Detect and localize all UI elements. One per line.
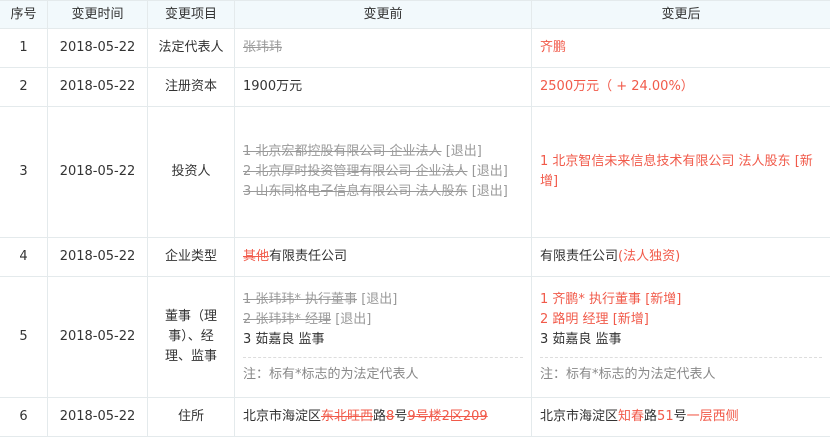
row-before: 张玮玮 [234, 28, 532, 68]
row-index: 3 [0, 106, 48, 238]
legal-rep-note: 注：标有*标志的为法定代表人 [243, 356, 523, 385]
row-before: 1900万元 [234, 67, 532, 107]
row-item: 投资人 [147, 106, 235, 238]
row-date: 2018-05-22 [47, 276, 148, 398]
row-index: 6 [0, 397, 48, 437]
header-after: 变更后 [531, 0, 830, 29]
investor-entry: 2 北京厚时投资管理有限公司 企业法人 [退出] [243, 164, 508, 179]
officer-entry: 1 齐鹏* 执行董事 [新增] [540, 291, 682, 307]
row-item: 住所 [147, 397, 235, 437]
row-before: 北京市海淀区东北旺西路8号9号楼2区209 [234, 397, 532, 437]
row-item: 企业类型 [147, 237, 235, 277]
row-after: 齐鹏 [531, 28, 830, 68]
legal-rep-note: 注：标有*标志的为法定代表人 [540, 356, 822, 385]
row-item: 董事（理 事）、经 理、监事 [147, 276, 235, 398]
table-row: 2 2018-05-22 注册资本 1900万元 2500万元（ + 24.00… [0, 67, 830, 107]
row-index: 1 [0, 28, 48, 68]
table-row: 4 2018-05-22 企业类型 其他有限责任公司 有限责任公司(法人独资) [0, 237, 830, 277]
investor-entry: 1 北京智信未来信息技术有限公司 法人股东 [新增] [540, 154, 813, 189]
table-row: 6 2018-05-22 住所 北京市海淀区东北旺西路8号9号楼2区209 北京… [0, 397, 830, 437]
row-date: 2018-05-22 [47, 237, 148, 277]
row-date: 2018-05-22 [47, 397, 148, 437]
row-index: 5 [0, 276, 48, 398]
investor-entry: 3 山东同格电子信息有限公司 法人股东 [退出] [243, 184, 508, 199]
officer-entry: 1 张玮玮* 执行董事 [退出] [243, 291, 398, 307]
row-before: 1 张玮玮* 执行董事 [退出] 2 张玮玮* 经理 [退出] 3 茹嘉良 监事… [234, 276, 532, 398]
row-after: 2500万元（ + 24.00%） [531, 67, 830, 107]
officer-entry: 3 茹嘉良 监事 [243, 331, 325, 347]
row-date: 2018-05-22 [47, 106, 148, 238]
row-before: 其他有限责任公司 [234, 237, 532, 277]
new-value: 2500万元（ + 24.00%） [540, 79, 694, 94]
change-record-table: 序号 变更时间 变更项目 变更前 变更后 1 2018-05-22 法定代表人 … [0, 0, 830, 437]
row-date: 2018-05-22 [47, 67, 148, 107]
row-item: 法定代表人 [147, 28, 235, 68]
row-after: 1 齐鹏* 执行董事 [新增] 2 路明 经理 [新增] 3 茹嘉良 监事 注：… [531, 276, 830, 398]
new-value: 齐鹏 [540, 40, 567, 55]
address-old: 北京市海淀区东北旺西路8号9号楼2区209 [243, 409, 488, 424]
removed-value: 其他 [243, 249, 270, 264]
header-date: 变更时间 [47, 0, 148, 29]
row-date: 2018-05-22 [47, 28, 148, 68]
officer-entry: 2 路明 经理 [新增] [540, 311, 649, 327]
old-value: 有限责任公司 [269, 249, 348, 264]
added-value: (法人独资) [618, 249, 681, 264]
address-new: 北京市海淀区知春路51号一层西侧 [540, 409, 739, 424]
row-index: 2 [0, 67, 48, 107]
new-value: 有限责任公司 [540, 249, 619, 264]
row-after: 1 北京智信未来信息技术有限公司 法人股东 [新增] [531, 106, 830, 238]
officer-entry: 3 茹嘉良 监事 [540, 331, 622, 347]
officer-entry: 2 张玮玮* 经理 [退出] [243, 311, 372, 327]
removed-value: 张玮玮 [243, 40, 283, 55]
old-value: 1900万元 [243, 79, 303, 94]
table-header-row: 序号 变更时间 变更项目 变更前 变更后 [0, 0, 830, 29]
row-item: 注册资本 [147, 67, 235, 107]
row-index: 4 [0, 237, 48, 277]
header-before: 变更前 [234, 0, 532, 29]
investor-entry: 1 北京宏都控股有限公司 企业法人 [退出] [243, 144, 482, 159]
header-item: 变更项目 [147, 0, 235, 29]
table-row: 3 2018-05-22 投资人 1 北京宏都控股有限公司 企业法人 [退出] … [0, 106, 830, 238]
table-row: 1 2018-05-22 法定代表人 张玮玮 齐鹏 [0, 28, 830, 68]
row-before: 1 北京宏都控股有限公司 企业法人 [退出] 2 北京厚时投资管理有限公司 企业… [234, 106, 532, 238]
table-row: 5 2018-05-22 董事（理 事）、经 理、监事 1 张玮玮* 执行董事 … [0, 276, 830, 398]
row-after: 有限责任公司(法人独资) [531, 237, 830, 277]
header-index: 序号 [0, 0, 48, 29]
row-after: 北京市海淀区知春路51号一层西侧 [531, 397, 830, 437]
